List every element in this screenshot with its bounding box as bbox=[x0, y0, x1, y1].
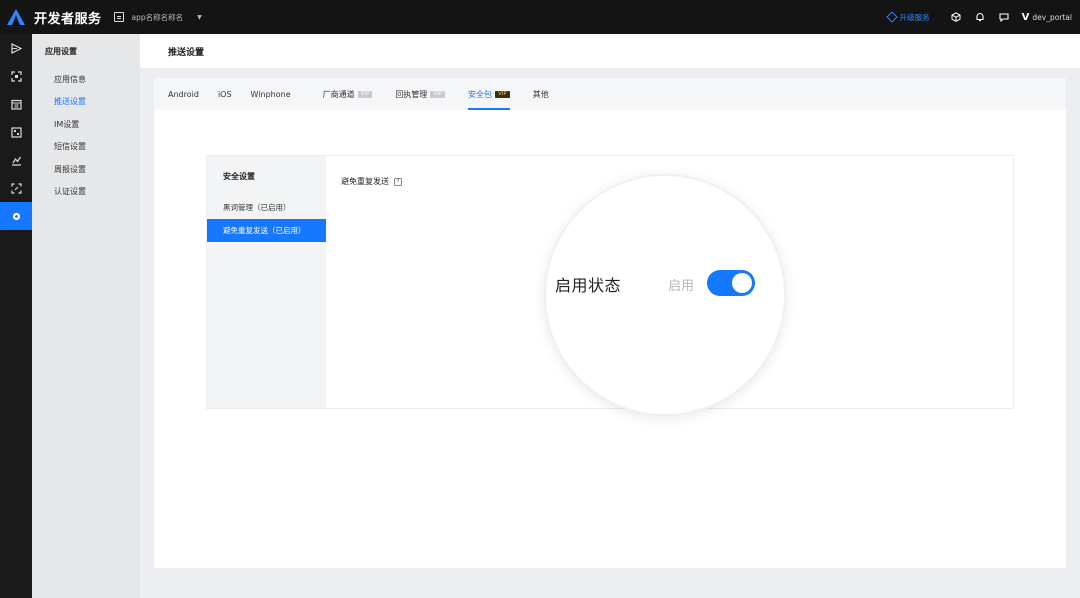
tab-label: Android bbox=[168, 89, 199, 99]
logo-icon[interactable] bbox=[0, 0, 32, 34]
top-right-actions: 升级服务 V dev_portal bbox=[885, 10, 1080, 24]
icon-rail bbox=[0, 34, 32, 598]
scan-icon bbox=[10, 70, 22, 82]
vip-badge: VIP bbox=[495, 90, 510, 98]
user-avatar: V bbox=[1021, 11, 1030, 23]
diamond-icon bbox=[885, 11, 898, 23]
tab-ios[interactable]: iOS bbox=[218, 78, 232, 110]
sidebar-item-sms-settings[interactable]: 短信设置 bbox=[32, 136, 140, 159]
calendar-icon bbox=[10, 99, 22, 110]
app-icon bbox=[113, 12, 124, 22]
tab-label: 厂商通道 bbox=[322, 89, 355, 99]
sidebar-item-im-settings[interactable]: IM设置 bbox=[32, 113, 140, 136]
tab-security-pack[interactable]: 安全包 VIP bbox=[468, 78, 510, 110]
rail-item-play[interactable] bbox=[0, 34, 32, 62]
security-side-title: 安全设置 bbox=[223, 171, 255, 181]
sidebar-item-auth-settings[interactable]: 认证设置 bbox=[32, 181, 140, 204]
enable-toggle-switch[interactable] bbox=[707, 270, 755, 296]
qr-icon bbox=[10, 126, 22, 138]
section-title-text: 避免重复发送 bbox=[341, 177, 389, 186]
frame-icon bbox=[10, 182, 22, 194]
side-item-avoid-duplicate[interactable]: 避免重复发送（已启用） bbox=[207, 219, 326, 242]
rail-item-scan[interactable] bbox=[0, 62, 32, 90]
rail-item-calendar[interactable] bbox=[0, 90, 32, 118]
tab-winphone[interactable]: Winphone bbox=[251, 78, 291, 110]
top-bar: 开发者服务 app名称名称名 ▼ 升级服务 V dev_portal bbox=[0, 0, 1080, 34]
magnifier-lens: 启用状态 启用 bbox=[546, 176, 784, 414]
toggle-label: 启用状态 bbox=[555, 276, 622, 295]
page-title: 推送设置 bbox=[140, 34, 1080, 68]
tab-receipt-management[interactable]: 回执管理 VIP bbox=[395, 78, 446, 110]
tab-label: 其他 bbox=[532, 89, 549, 99]
user-menu[interactable]: V dev_portal bbox=[1022, 12, 1072, 23]
tab-other[interactable]: 其他 bbox=[533, 78, 549, 110]
sidebar-title: 应用设置 bbox=[45, 46, 77, 56]
tab-label: Winphone bbox=[250, 89, 291, 99]
message-icon[interactable] bbox=[997, 10, 1011, 24]
rail-item-chart[interactable] bbox=[0, 146, 32, 174]
sidebar-item-weekly-report[interactable]: 周报设置 bbox=[32, 158, 140, 181]
rail-item-frame[interactable] bbox=[0, 174, 32, 202]
toggle-knob bbox=[732, 273, 752, 293]
tab-bar: Android iOS Winphone 厂商通道 VIP 回执管理 VIP 安… bbox=[154, 78, 1066, 110]
username: dev_portal bbox=[1032, 12, 1072, 22]
play-icon bbox=[10, 42, 22, 54]
caret-down-icon[interactable]: ▼ bbox=[197, 14, 202, 21]
tab-label: 回执管理 bbox=[395, 89, 428, 99]
brand-title: 开发者服务 bbox=[34, 11, 102, 27]
bell-icon[interactable] bbox=[973, 10, 987, 24]
rail-item-qr[interactable] bbox=[0, 118, 32, 146]
tab-android[interactable]: Android bbox=[168, 78, 199, 110]
security-side-menu: 安全设置 黑词管理（已启用） 避免重复发送（已启用） bbox=[207, 156, 326, 408]
chart-icon bbox=[11, 156, 21, 166]
toggle-status: 启用 bbox=[668, 279, 695, 294]
upgrade-button[interactable]: 升级服务 bbox=[885, 11, 930, 23]
tab-label: 安全包 bbox=[468, 89, 493, 99]
cube-icon[interactable] bbox=[949, 10, 963, 24]
tab-label: iOS bbox=[217, 89, 232, 99]
settings-icon bbox=[12, 212, 20, 220]
rail-item-settings[interactable] bbox=[0, 202, 32, 230]
upgrade-label: 升级服务 bbox=[899, 12, 930, 22]
tab-vendor-channel[interactable]: 厂商通道 VIP bbox=[323, 78, 373, 110]
help-icon[interactable]: ? bbox=[394, 177, 402, 186]
sidebar-item-push-settings[interactable]: 推送设置 bbox=[32, 91, 140, 114]
app-selector[interactable]: app名称名称名 bbox=[132, 12, 184, 23]
sidebar-item-app-info[interactable]: 应用信息 bbox=[32, 68, 140, 91]
side-item-blacklist-words[interactable]: 黑词管理（已启用） bbox=[207, 196, 326, 219]
vip-badge: VIP bbox=[430, 90, 446, 98]
vip-badge: VIP bbox=[357, 90, 373, 98]
settings-sidebar: 应用设置 应用信息 推送设置 IM设置 短信设置 周报设置 认证设置 bbox=[32, 34, 140, 598]
section-title: 避免重复发送 ? bbox=[341, 176, 402, 187]
